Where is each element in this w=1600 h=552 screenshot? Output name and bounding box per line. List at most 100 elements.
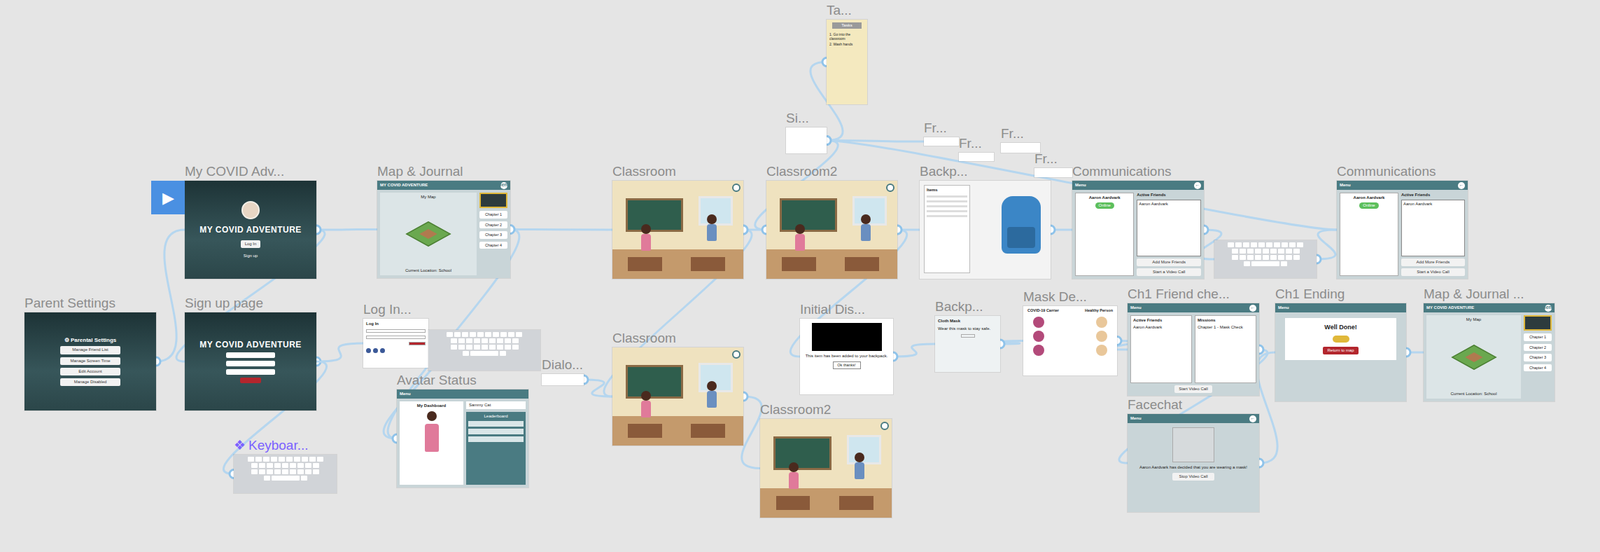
prototype-frame[interactable] bbox=[786, 127, 827, 154]
key[interactable] bbox=[489, 338, 496, 343]
teacher-figure[interactable] bbox=[860, 223, 871, 241]
frame-label[interactable]: Communications bbox=[1336, 163, 1437, 180]
prototype-frame[interactable] bbox=[612, 347, 744, 446]
signup-field[interactable] bbox=[226, 352, 276, 358]
frame-label[interactable]: Initial Dis... bbox=[800, 301, 866, 318]
key[interactable] bbox=[278, 456, 285, 462]
frame-label[interactable]: Fr... bbox=[923, 120, 947, 136]
prototype-frame[interactable] bbox=[1000, 142, 1041, 153]
key[interactable] bbox=[1270, 248, 1277, 254]
menu-button[interactable]: Menu bbox=[1130, 305, 1142, 311]
key[interactable] bbox=[266, 468, 273, 474]
key[interactable] bbox=[462, 350, 469, 356]
frame-label[interactable]: Ch1 Friend che... bbox=[1127, 286, 1230, 302]
prototype-frame[interactable]: Cloth MaskWear this mask to stay safe. bbox=[935, 315, 1001, 372]
prototype-frame[interactable]: MY COVID ADVENTUREMenuMy MapCurrent Loca… bbox=[1423, 303, 1555, 402]
menu-button[interactable]: Menu bbox=[1278, 305, 1290, 311]
key[interactable] bbox=[309, 456, 316, 462]
key[interactable] bbox=[274, 468, 281, 474]
key[interactable] bbox=[1285, 248, 1293, 254]
frame-label[interactable]: Classroom2 bbox=[760, 401, 831, 418]
frame-label[interactable]: Fr... bbox=[1000, 125, 1024, 142]
student-figure[interactable] bbox=[641, 400, 651, 418]
key[interactable] bbox=[297, 462, 304, 468]
key[interactable] bbox=[499, 350, 507, 356]
key[interactable] bbox=[1278, 248, 1285, 254]
key[interactable] bbox=[293, 456, 301, 462]
prototype-frame[interactable] bbox=[923, 137, 959, 146]
teacher-figure[interactable] bbox=[706, 223, 717, 241]
menu-badge-icon[interactable] bbox=[886, 183, 895, 192]
key[interactable] bbox=[1278, 254, 1285, 260]
key[interactable] bbox=[1296, 242, 1304, 248]
prototype-frame[interactable]: Log In bbox=[363, 318, 429, 368]
key[interactable] bbox=[508, 331, 515, 337]
avatar-name[interactable]: Sammy Cat bbox=[466, 401, 526, 409]
key[interactable] bbox=[512, 344, 519, 350]
frame-label[interactable]: Map & Journal bbox=[377, 163, 464, 180]
key[interactable] bbox=[317, 456, 324, 462]
key[interactable] bbox=[305, 468, 312, 474]
menu-button[interactable]: Menu bbox=[399, 391, 411, 397]
key[interactable] bbox=[481, 338, 488, 343]
menu-badge-icon[interactable] bbox=[732, 183, 741, 192]
chapter-button[interactable]: Chapter 3 bbox=[1523, 353, 1552, 362]
frame-label[interactable]: Backp... bbox=[935, 298, 984, 315]
key[interactable] bbox=[270, 456, 278, 462]
frame-label[interactable]: ❖Keyboar... bbox=[233, 437, 309, 453]
login-submit[interactable] bbox=[408, 341, 426, 346]
prototype-frame[interactable]: MY COVID ADVENTUREMenuMy MapCurrent Loca… bbox=[377, 180, 511, 278]
frame-label[interactable]: Map & Journal ... bbox=[1423, 286, 1525, 302]
back-button[interactable]: ← bbox=[1457, 181, 1465, 189]
prototype-frame[interactable]: Items bbox=[919, 180, 1051, 279]
frame-label[interactable]: Dialo... bbox=[541, 356, 584, 373]
frame-label[interactable]: Mask De... bbox=[1023, 289, 1087, 305]
key[interactable] bbox=[1231, 248, 1239, 254]
key[interactable] bbox=[1273, 242, 1281, 248]
key[interactable] bbox=[1254, 254, 1262, 260]
backpack-icon[interactable] bbox=[1001, 195, 1041, 254]
friend-item[interactable]: Aaron Aardvark bbox=[1138, 201, 1199, 207]
key[interactable] bbox=[473, 344, 481, 350]
key[interactable] bbox=[289, 468, 297, 474]
chapter-button[interactable]: Chapter 1 bbox=[479, 210, 508, 219]
prototype-frame[interactable]: ⚙ Parental SettingsManage Friend ListMan… bbox=[24, 312, 157, 411]
close-button[interactable] bbox=[960, 333, 975, 338]
settings-button[interactable]: Manage Disabled bbox=[60, 377, 121, 386]
key[interactable] bbox=[1285, 254, 1293, 260]
key[interactable] bbox=[1235, 242, 1242, 248]
frame-label[interactable]: Classroom bbox=[612, 163, 677, 180]
key[interactable] bbox=[1270, 254, 1277, 260]
key[interactable] bbox=[1293, 254, 1300, 260]
key[interactable] bbox=[473, 338, 481, 343]
key[interactable] bbox=[289, 462, 297, 468]
key[interactable] bbox=[469, 331, 476, 337]
key[interactable] bbox=[504, 344, 511, 350]
chapter-button[interactable]: Chapter 3 bbox=[479, 230, 508, 239]
frame-label[interactable]: Ta... bbox=[826, 2, 852, 19]
prototype-frame[interactable]: Menu←Active FriendsAaron AardvarkMission… bbox=[1127, 303, 1260, 396]
key[interactable] bbox=[1243, 242, 1250, 248]
key[interactable] bbox=[1247, 254, 1254, 260]
journal-icon[interactable] bbox=[1523, 314, 1552, 331]
login-button[interactable]: Log In bbox=[240, 240, 262, 248]
key[interactable] bbox=[301, 456, 308, 462]
key[interactable] bbox=[515, 331, 523, 337]
frame-label[interactable]: Fr... bbox=[958, 135, 982, 152]
frame-label[interactable]: Classroom2 bbox=[766, 163, 838, 180]
menu-badge-icon[interactable] bbox=[880, 421, 889, 430]
space-key[interactable] bbox=[470, 350, 499, 356]
prototype-frame[interactable]: Tasks1. Go into the classroom2. Wash han… bbox=[826, 19, 868, 105]
frame-label[interactable]: Communications bbox=[1072, 163, 1172, 180]
key[interactable] bbox=[496, 338, 504, 343]
key[interactable] bbox=[297, 468, 304, 474]
key[interactable] bbox=[286, 456, 293, 462]
password-field[interactable] bbox=[366, 335, 426, 339]
friend-item[interactable]: Aaron Aardvark bbox=[1133, 324, 1190, 330]
key[interactable] bbox=[1262, 254, 1269, 260]
mission-item[interactable]: Chapter 1 - Mask Check bbox=[1197, 324, 1254, 330]
social-icon[interactable] bbox=[366, 347, 371, 353]
back-button[interactable]: ← bbox=[1194, 181, 1202, 189]
social-icon[interactable] bbox=[380, 347, 385, 353]
dialog-button[interactable]: Ok thanks! bbox=[832, 361, 861, 369]
